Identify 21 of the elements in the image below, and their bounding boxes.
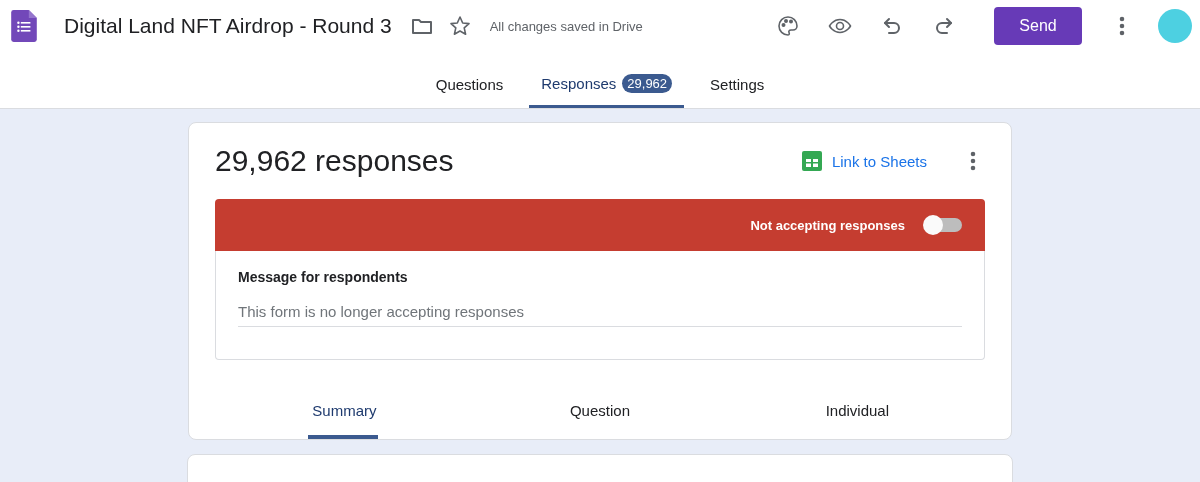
accepting-status: Not accepting responses (750, 217, 905, 233)
tab[interactable]: Settings (698, 76, 777, 108)
responses-heading: 29,962 responses (215, 144, 455, 178)
save-status: All changes saved in Drive (489, 18, 643, 34)
form-title[interactable]: Digital Land NFT Airdrop - Round 3 (64, 14, 392, 38)
view-tab[interactable]: Individual (821, 398, 892, 439)
response-count-badge: 29,962 (622, 74, 673, 93)
palette-icon[interactable] (776, 14, 800, 38)
star-icon[interactable] (447, 14, 472, 38)
link-label[interactable]: Link to Sheets (831, 152, 927, 170)
tab[interactable]: Questions (423, 76, 516, 108)
view-tab[interactable]: Question (565, 398, 635, 439)
message-field[interactable]: This form is no longer accepting responses (238, 289, 962, 327)
forms-logo-icon[interactable] (8, 10, 40, 42)
send-button[interactable]: Send (994, 7, 1082, 45)
link-to-sheets-link[interactable]: Link to Sheets (801, 151, 927, 171)
message-label: Message for respondents (238, 269, 409, 285)
message-panel[interactable]: Message for respondents This form is no longer accepting responses (215, 251, 985, 360)
view-tab[interactable]: Summary (308, 398, 379, 439)
tab[interactable]: Responses 29,962 (529, 74, 685, 108)
sheets-icon (801, 151, 822, 171)
